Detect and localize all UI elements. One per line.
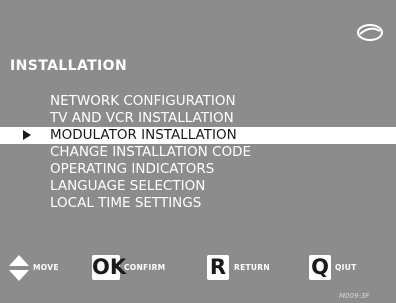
confirm-label: CONFIRM — [124, 263, 166, 272]
installation-screen: INSTALLATION NETWORK CONFIGURATION TV AN… — [0, 0, 396, 303]
up-down-arrows-icon — [9, 255, 29, 281]
menu-item-label: NETWORK CONFIGURATION — [50, 93, 236, 109]
menu-item-label: LANGUAGE SELECTION — [50, 178, 206, 194]
q-key: Q — [309, 255, 331, 280]
figure-code: M009-3F — [339, 292, 370, 300]
menu-item-label: MODULATOR INSTALLATION — [50, 127, 237, 143]
menu-item-change-installation-code[interactable]: CHANGE INSTALLATION CODE — [0, 144, 396, 161]
brand-logo-icon — [357, 24, 383, 41]
menu-item-local-time-settings[interactable]: LOCAL TIME SETTINGS — [0, 195, 396, 212]
page-title: INSTALLATION — [10, 58, 128, 74]
return-label: RETURN — [234, 263, 270, 272]
menu-item-tv-vcr-installation[interactable]: TV AND VCR INSTALLATION — [0, 110, 396, 127]
menu-item-network-configuration[interactable]: NETWORK CONFIGURATION — [0, 93, 396, 110]
menu-item-label: LOCAL TIME SETTINGS — [50, 195, 202, 211]
key-legend: MOVE OK CONFIRM R RETURN Q QIUT — [0, 255, 396, 281]
return-key-hint: R RETURN — [207, 255, 297, 281]
menu-item-modulator-installation[interactable]: MODULATOR INSTALLATION — [0, 127, 396, 144]
quit-key-hint: Q QIUT — [309, 255, 389, 281]
ok-key: OK — [92, 255, 127, 280]
move-key-hint: MOVE — [0, 255, 90, 281]
move-label: MOVE — [33, 263, 59, 272]
installation-menu: NETWORK CONFIGURATION TV AND VCR INSTALL… — [0, 93, 396, 212]
menu-item-language-selection[interactable]: LANGUAGE SELECTION — [0, 178, 396, 195]
menu-item-label: TV AND VCR INSTALLATION — [50, 110, 234, 126]
selection-arrow-icon — [23, 130, 31, 140]
menu-item-label: OPERATING INDICATORS — [50, 161, 215, 177]
menu-item-label: CHANGE INSTALLATION CODE — [50, 144, 252, 160]
quit-label: QIUT — [335, 263, 357, 272]
r-key: R — [207, 255, 229, 280]
confirm-key-hint: OK CONFIRM — [92, 255, 202, 281]
menu-item-operating-indicators[interactable]: OPERATING INDICATORS — [0, 161, 396, 178]
